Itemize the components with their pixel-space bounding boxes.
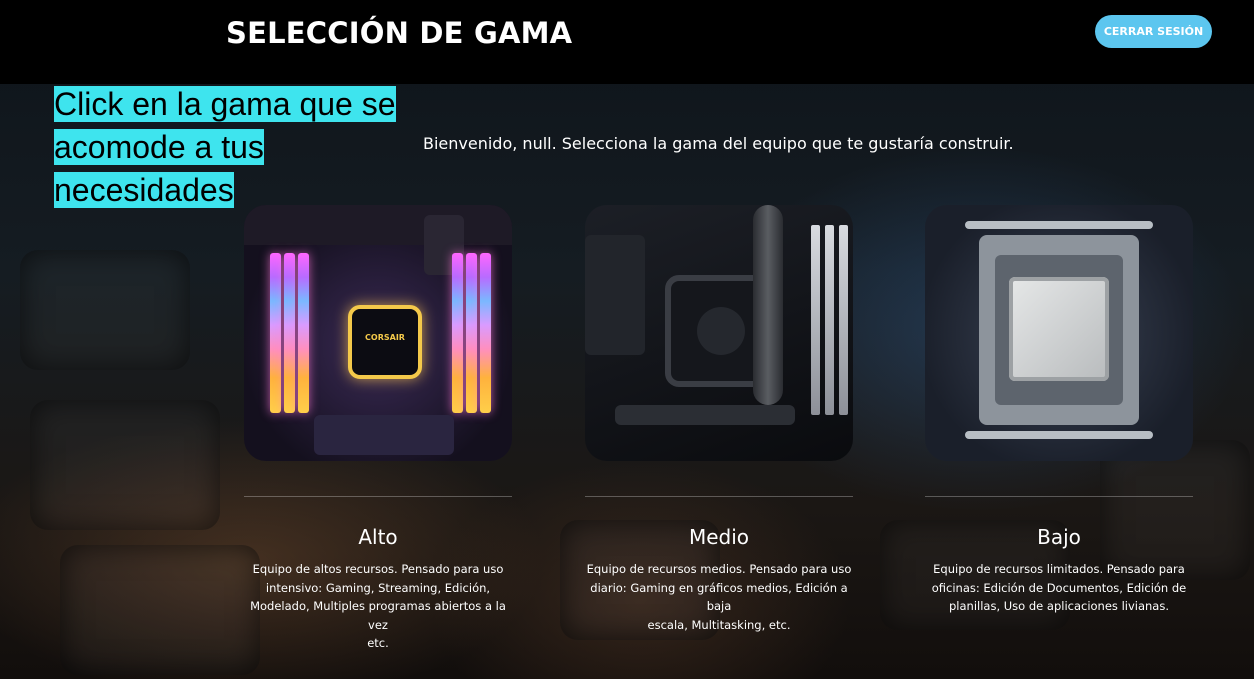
description-line: Equipo de recursos medios. Pensado para … (586, 562, 852, 576)
background-key (1100, 440, 1250, 580)
description-line: escala, Multitasking, etc. (647, 617, 791, 632)
description-line: oficinas: Edición de Documentos, Edición… (931, 580, 1187, 595)
range-description-alto: Equipo de altos recursos. Pensado para u… (240, 560, 516, 653)
range-title-alto: Alto (358, 525, 398, 549)
ram-stick (839, 225, 848, 415)
ram-stick (825, 225, 834, 415)
motherboard-shape (314, 415, 454, 455)
description-line: Equipo de altos recursos. Pensado para u… (252, 562, 504, 576)
description-line: diario: Gaming en gráficos medios, Edici… (590, 580, 848, 614)
hint-line: Click en la gama que se (54, 86, 396, 122)
socket-lever (965, 431, 1153, 439)
range-image-alto[interactable]: CORSAIR (244, 205, 512, 461)
range-card-bajo[interactable]: Bajo Equipo de recursos limitados. Pensa… (925, 205, 1193, 613)
range-title-bajo: Bajo (1037, 525, 1081, 549)
rgb-ram-stick (270, 253, 281, 413)
cooler-brand-text: CORSAIR (365, 333, 405, 342)
description-line: Equipo de recursos limitados. Pensado pa… (933, 562, 1185, 576)
rgb-ram-stick (298, 253, 309, 413)
range-card-alto[interactable]: CORSAIR Alto Equipo de altos recursos. P… (244, 205, 512, 650)
hint-line: acomode a tus (54, 129, 264, 165)
page-title: SELECCIÓN DE GAMA (226, 16, 573, 50)
welcome-message: Bienvenido, null. Selecciona la gama del… (423, 134, 1014, 153)
background-key (60, 545, 260, 675)
heatsink-shape (585, 235, 645, 355)
hint-callout: Click en la gama que se acomode a tus ne… (54, 83, 414, 212)
tube-shape (753, 205, 783, 405)
description-line: intensivo: Gaming, Streaming, Edición, (265, 580, 491, 595)
range-title-medio: Medio (688, 525, 750, 549)
rgb-ram-stick (480, 253, 491, 413)
range-description-bajo: Equipo de recursos limitados. Pensado pa… (921, 560, 1197, 616)
cpu-cooler-logo: CORSAIR (348, 305, 422, 379)
range-description-medio: Equipo de recursos medios. Pensado para … (581, 560, 857, 634)
rgb-ram-stick (452, 253, 463, 413)
cpu-chip (1009, 277, 1109, 381)
range-image-bajo[interactable] (925, 205, 1193, 461)
description-line: etc. (367, 636, 389, 650)
top-header: SELECCIÓN DE GAMA CERRAR SESIÓN (0, 0, 1254, 84)
cooler-hub (697, 307, 745, 355)
range-image-medio[interactable] (585, 205, 853, 461)
motherboard-shape (244, 205, 512, 245)
logout-button[interactable]: CERRAR SESIÓN (1095, 15, 1212, 48)
slot-shape (615, 405, 795, 425)
socket-lever (965, 221, 1153, 229)
background-key (20, 250, 190, 370)
range-card-medio[interactable]: Medio Equipo de recursos medios. Pensado… (585, 205, 853, 632)
card-divider (585, 496, 853, 497)
card-divider (925, 496, 1193, 497)
rgb-ram-stick (466, 253, 477, 413)
card-divider (244, 496, 512, 497)
hint-line: necesidades (54, 172, 234, 208)
description-line: planillas, Uso de aplicaciones livianas. (949, 599, 1169, 613)
description-line: Modelado, Multiples programas abiertos a… (250, 599, 506, 632)
rgb-ram-stick (284, 253, 295, 413)
background-key (30, 400, 220, 530)
ram-stick (811, 225, 820, 415)
